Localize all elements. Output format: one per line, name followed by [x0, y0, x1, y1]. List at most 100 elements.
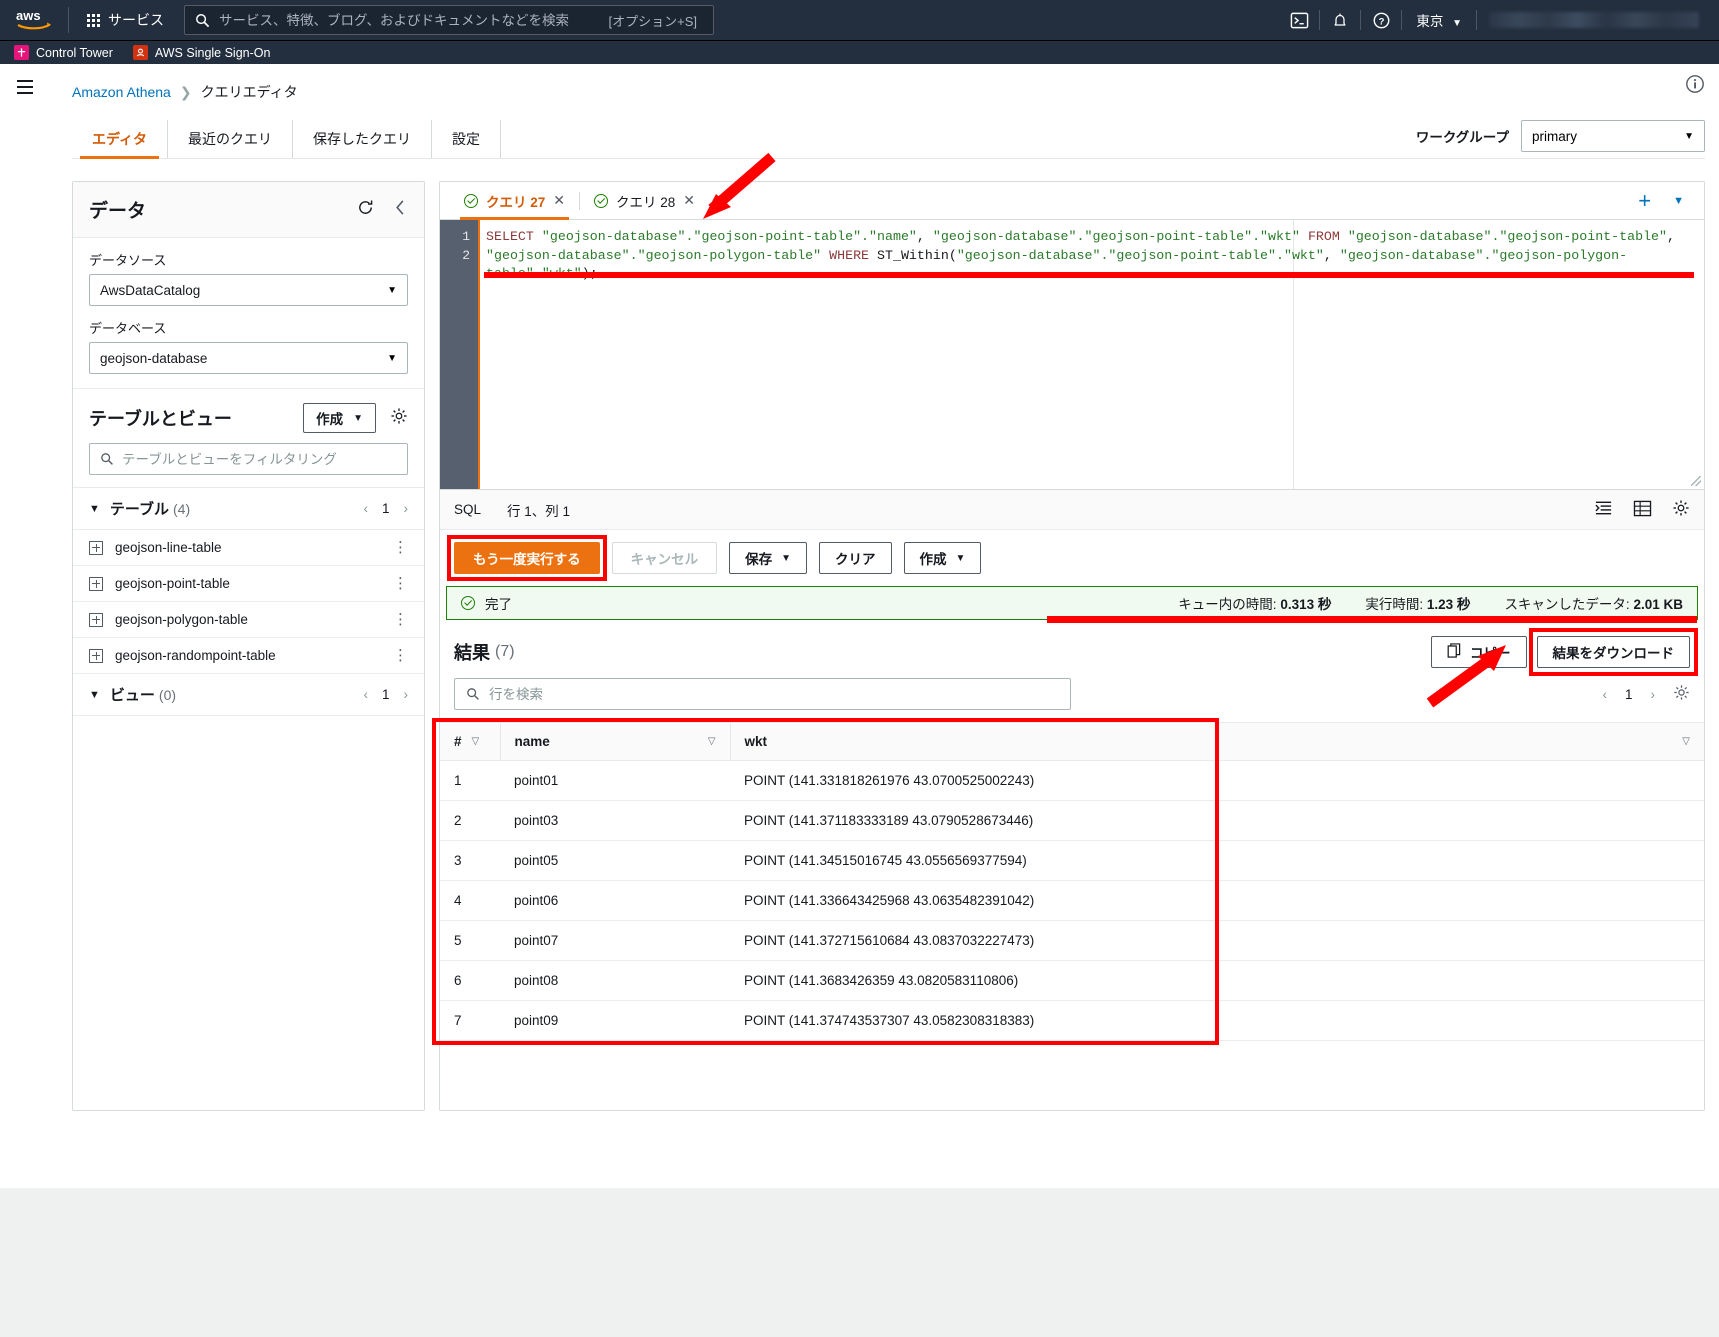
tables-filter[interactable] — [89, 443, 408, 475]
collapse-panel-icon[interactable] — [393, 199, 408, 221]
filter-icon[interactable]: ▽ — [472, 736, 480, 747]
database-label: データベース — [89, 321, 167, 336]
close-icon[interactable]: ✕ — [553, 192, 565, 209]
table-row[interactable]: 5 point07 POINT (141.372715610684 43.08370… — [440, 920, 1704, 961]
gear-icon[interactable] — [1672, 499, 1690, 520]
datasource-select[interactable]: AwsDataCatalog ▼ — [89, 274, 408, 306]
prev-page-icon[interactable]: ‹ — [1602, 687, 1607, 702]
chevron-right-icon: ❯ — [179, 83, 192, 100]
row-menu-icon[interactable]: ⋮ — [393, 540, 408, 555]
sidebar-toggle-button[interactable] — [10, 72, 40, 102]
copy-results-button[interactable]: コピー — [1431, 636, 1527, 668]
prev-page-icon[interactable]: ‹ — [363, 501, 368, 516]
tab-editor[interactable]: エディタ — [72, 120, 169, 159]
tab-settings[interactable]: 設定 — [432, 120, 502, 158]
favorite-control-tower[interactable]: Control Tower — [14, 45, 113, 60]
tab-recent-queries[interactable]: 最近のクエリ — [168, 120, 294, 158]
sql-editor[interactable]: 1 2 SELECT "geojson-database"."geojson-p… — [440, 220, 1704, 490]
group-pager: ‹ 1 › — [363, 501, 408, 516]
row-menu-icon[interactable]: ⋮ — [393, 648, 408, 663]
workgroup-select[interactable]: primary ▼ — [1521, 120, 1705, 152]
expand-icon[interactable] — [89, 648, 103, 663]
table-list-item[interactable]: geojson-randompoint-table ⋮ — [73, 638, 424, 674]
svg-text:?: ? — [1378, 16, 1384, 27]
cell-wkt: POINT (141.372715610684 43.0837032227473… — [730, 920, 1704, 961]
tables-filter-input[interactable] — [122, 451, 397, 467]
close-icon[interactable]: ✕ — [683, 192, 695, 209]
editor-resize-handle[interactable] — [1691, 476, 1701, 486]
services-menu-button[interactable]: サービス — [81, 6, 170, 34]
filter-icon[interactable]: ▽ — [1682, 736, 1690, 747]
results-search[interactable] — [454, 678, 1071, 710]
chevron-down-icon[interactable]: ▼ — [89, 689, 100, 701]
group-title: テーブル — [109, 501, 169, 518]
table-row[interactable]: 3 point05 POINT (141.34515016745 43.055656… — [440, 840, 1704, 881]
datasource-label: データソース — [89, 253, 167, 268]
next-page-icon[interactable]: › — [404, 501, 409, 516]
aws-logo[interactable]: aws — [14, 7, 56, 33]
table-row[interactable]: 6 point08 POINT (141.3683426359 43.0820583… — [440, 960, 1704, 1001]
table-row[interactable]: 4 point06 POINT (141.336643425968 43.06354… — [440, 880, 1704, 921]
help-icon[interactable]: ? — [1361, 0, 1401, 40]
database-select[interactable]: geojson-database ▼ — [89, 342, 408, 374]
check-circle-icon — [594, 193, 609, 208]
save-button[interactable]: 保存 ▼ — [729, 542, 808, 574]
sql-token: ST_Within( — [869, 247, 957, 263]
expand-icon[interactable] — [89, 612, 103, 627]
search-input[interactable] — [219, 12, 600, 28]
data-panel-title: データ — [89, 201, 147, 222]
info-icon[interactable] — [1685, 74, 1705, 99]
table-list-item[interactable]: geojson-point-table ⋮ — [73, 566, 424, 602]
prev-page-icon[interactable]: ‹ — [363, 687, 368, 702]
sso-icon — [132, 45, 148, 60]
cell-name: point07 — [500, 920, 730, 961]
create-button[interactable]: 作成 ▼ — [903, 542, 982, 574]
bell-icon[interactable] — [1320, 0, 1360, 40]
create-label: 作成 — [316, 412, 344, 427]
cell-wkt: POINT (141.331818261976 43.0700525002243… — [730, 760, 1704, 801]
query-tab-28[interactable]: クエリ 28 ✕ — [580, 182, 709, 219]
group-header-views[interactable]: ▼ ビュー (0) ‹ 1 › — [73, 674, 424, 716]
row-menu-icon[interactable]: ⋮ — [393, 612, 408, 627]
query-tab-27[interactable]: クエリ 27 ✕ — [450, 182, 579, 220]
sql-code-content[interactable]: SELECT "geojson-database"."geojson-point… — [478, 220, 1704, 489]
region-selector[interactable]: 東京 ▼ — [1402, 10, 1476, 30]
column-header-name: name ▽ — [499, 722, 730, 761]
run-query-button[interactable]: もう一度実行する — [454, 542, 600, 574]
new-query-tab-icon[interactable]: + — [1630, 189, 1659, 212]
gear-icon[interactable] — [390, 407, 408, 430]
grid-icon[interactable] — [1633, 500, 1652, 520]
breadcrumb-root-link[interactable]: Amazon Athena — [72, 84, 171, 100]
queue-time-value: 0.313 秒 — [1280, 597, 1332, 612]
table-row[interactable]: 1 point01 POINT (141.331818261976 43.07005… — [440, 760, 1704, 801]
cloudshell-icon[interactable] — [1279, 0, 1319, 40]
expand-icon[interactable] — [89, 540, 103, 555]
table-row[interactable]: 2 point03 POINT (141.371183333189 43.07905… — [440, 800, 1704, 841]
row-menu-icon[interactable]: ⋮ — [393, 576, 408, 591]
results-search-input[interactable] — [489, 686, 1059, 702]
next-page-icon[interactable]: › — [1651, 687, 1656, 702]
favorite-sso[interactable]: AWS Single Sign-On — [132, 45, 270, 60]
search-icon — [196, 13, 210, 27]
tab-saved-queries[interactable]: 保存したクエリ — [293, 120, 433, 158]
expand-icon[interactable] — [89, 576, 103, 591]
format-icon[interactable] — [1594, 499, 1613, 520]
cell-name: point01 — [500, 760, 730, 801]
gear-icon[interactable] — [1673, 684, 1690, 704]
group-header-tables[interactable]: ▼ テーブル (4) ‹ 1 › — [73, 487, 424, 530]
table-list-item[interactable]: geojson-polygon-table ⋮ — [73, 602, 424, 638]
global-search[interactable]: [オプション+S] — [184, 5, 714, 35]
table-row[interactable]: 7 point09 POINT (141.374743537307 43.05823… — [440, 1000, 1704, 1041]
refresh-icon[interactable] — [356, 198, 375, 222]
chevron-down-icon[interactable]: ▼ — [89, 503, 100, 515]
clear-button[interactable]: クリア — [819, 542, 892, 574]
create-table-button[interactable]: 作成 ▼ — [303, 403, 376, 433]
query-tab-label: クエリ 28 — [616, 194, 676, 210]
account-menu[interactable] — [1489, 12, 1699, 28]
download-results-button[interactable]: 結果をダウンロード — [1536, 636, 1690, 668]
chevron-down-icon[interactable]: ▼ — [1663, 195, 1694, 207]
next-page-icon[interactable]: › — [404, 687, 409, 702]
table-list-item[interactable]: geojson-line-table ⋮ — [73, 530, 424, 566]
filter-icon[interactable]: ▽ — [708, 736, 716, 747]
